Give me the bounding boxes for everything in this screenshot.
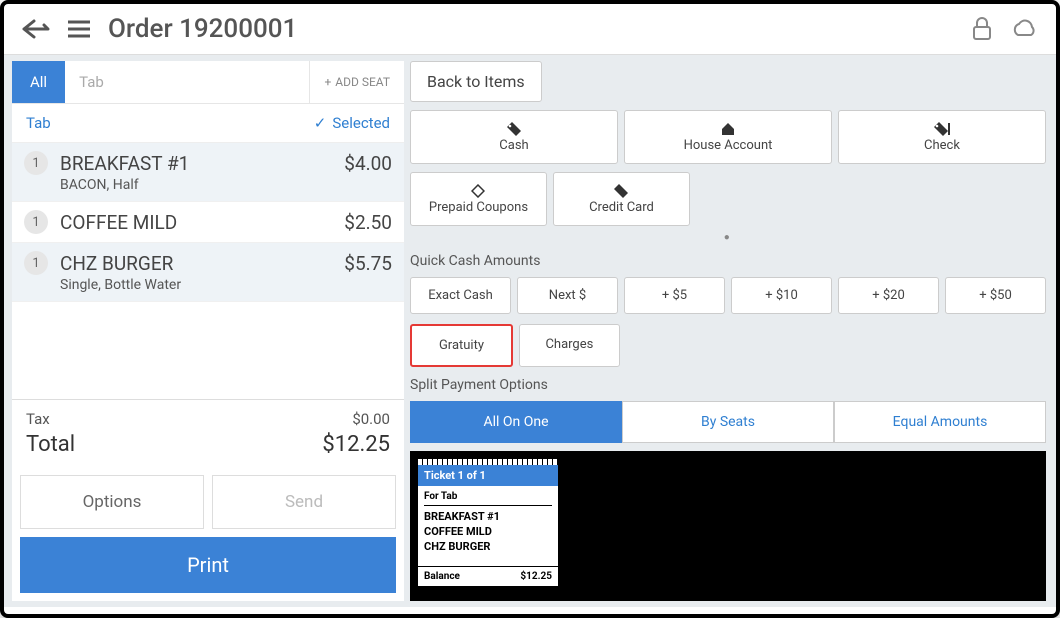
order-item[interactable]: 1 CHZ BURGER $5.75 Single, Bottle Water [12, 243, 404, 302]
split-label: Split Payment Options [410, 377, 1046, 393]
pay-house-button[interactable]: House Account [624, 110, 832, 164]
options-button[interactable]: Options [20, 475, 204, 529]
quick-cash-button[interactable]: + $50 [945, 277, 1046, 314]
pay-cash-button[interactable]: Cash [410, 110, 618, 164]
item-modifiers: BACON, Half [60, 177, 392, 193]
item-name: BREAKFAST #1 [60, 152, 344, 175]
check-icon: ✓ [314, 114, 327, 132]
total-label: Total [26, 432, 75, 457]
ticket-item: BREAKFAST #1 [424, 510, 552, 525]
tab-label: Tab [26, 114, 51, 132]
selected-label: Selected [332, 114, 390, 132]
item-modifiers: Single, Bottle Water [60, 277, 392, 293]
tab-tab[interactable]: Tab [65, 61, 309, 103]
tab-all[interactable]: All [12, 61, 65, 103]
gratuity-button[interactable]: Gratuity [410, 324, 513, 367]
tax-value: $0.00 [352, 410, 390, 428]
tag-solid-icon [613, 184, 629, 198]
item-name: COFFEE MILD [60, 211, 344, 234]
pay-check-button[interactable]: Check [838, 110, 1046, 164]
order-item[interactable]: 1 COFFEE MILD $2.50 [12, 202, 404, 243]
ticket-preview-area: Ticket 1 of 1 For Tab BREAKFAST #1COFFEE… [410, 451, 1046, 601]
cloud-icon[interactable] [1010, 19, 1038, 39]
back-arrow-icon[interactable] [22, 19, 50, 39]
quick-cash-button[interactable]: + $20 [838, 277, 939, 314]
app-header: Order 19200001 [4, 4, 1056, 55]
tab-header[interactable]: Tab ✓ Selected [12, 104, 404, 143]
quick-cash-button[interactable]: + $10 [731, 277, 832, 314]
order-items-list: 1 BREAKFAST #1 $4.00 BACON, Half 1 COFFE… [12, 143, 404, 399]
diamond-icon [471, 184, 485, 198]
tax-label: Tax [26, 410, 50, 428]
ticket-item: COFFEE MILD [424, 525, 552, 540]
item-price: $2.50 [344, 211, 392, 234]
add-seat-button[interactable]: + ADD SEAT [309, 61, 404, 103]
ticket-for: For Tab [424, 491, 552, 506]
send-button[interactable]: Send [212, 475, 396, 529]
split-all-on-one[interactable]: All On One [410, 401, 622, 443]
quick-cash-button[interactable]: + $5 [624, 277, 725, 314]
ticket-item: CHZ BURGER [424, 540, 552, 555]
item-qty: 1 [24, 251, 48, 275]
hamburger-menu-icon[interactable] [68, 20, 90, 38]
plus-icon: + [324, 75, 331, 89]
pay-credit-button[interactable]: Credit Card [553, 172, 690, 226]
pagination-dots: ● [410, 232, 1046, 243]
split-by-seats[interactable]: By Seats [622, 401, 834, 443]
lock-icon[interactable] [972, 17, 992, 41]
item-qty: 1 [24, 151, 48, 175]
balance-label: Balance [424, 571, 460, 582]
item-qty: 1 [24, 210, 48, 234]
page-title: Order 19200001 [108, 14, 954, 44]
order-panel: All Tab + ADD SEAT Tab ✓ Selected 1 BREA… [12, 61, 404, 601]
order-item[interactable]: 1 BREAKFAST #1 $4.00 BACON, Half [12, 143, 404, 202]
tag-icon [506, 122, 522, 136]
tag-bar-icon [933, 122, 951, 136]
quick-cash-button[interactable]: Next $ [517, 277, 618, 314]
print-button[interactable]: Print [20, 537, 396, 593]
item-price: $5.75 [344, 252, 392, 275]
house-icon [720, 122, 736, 136]
back-to-items-button[interactable]: Back to Items [410, 61, 542, 102]
item-name: CHZ BURGER [60, 252, 344, 275]
split-equal[interactable]: Equal Amounts [834, 401, 1046, 443]
quick-cash-label: Quick Cash Amounts [410, 253, 1046, 269]
ticket-preview[interactable]: Ticket 1 of 1 For Tab BREAKFAST #1COFFEE… [418, 459, 558, 586]
quick-cash-button[interactable]: Exact Cash [410, 277, 511, 314]
charges-button[interactable]: Charges [519, 324, 620, 367]
payment-panel: Back to Items Cash House Account [404, 55, 1056, 607]
balance-value: $12.25 [520, 571, 552, 582]
total-value: $12.25 [322, 432, 390, 457]
ticket-header: Ticket 1 of 1 [418, 465, 558, 486]
item-price: $4.00 [344, 152, 392, 175]
pay-prepaid-button[interactable]: Prepaid Coupons [410, 172, 547, 226]
